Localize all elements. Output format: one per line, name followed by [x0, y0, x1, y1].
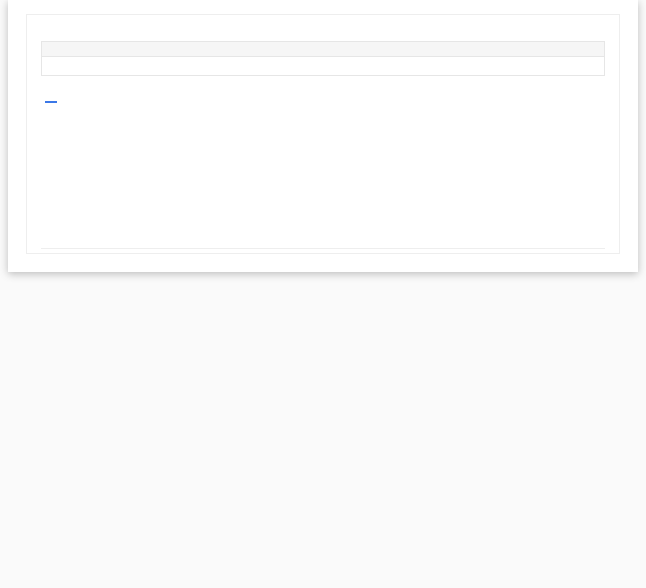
metric-bar — [41, 41, 605, 57]
total-clicks-value — [45, 96, 57, 103]
col-clicks[interactable] — [324, 236, 583, 249]
col-queries[interactable] — [65, 236, 324, 249]
intro-paragraph — [8, 0, 638, 14]
outro-paragraph — [8, 254, 638, 268]
clicks-chart — [41, 116, 605, 226]
dimension-bar — [41, 57, 605, 76]
search-analytics-panel — [26, 14, 620, 254]
queries-table — [41, 236, 605, 249]
